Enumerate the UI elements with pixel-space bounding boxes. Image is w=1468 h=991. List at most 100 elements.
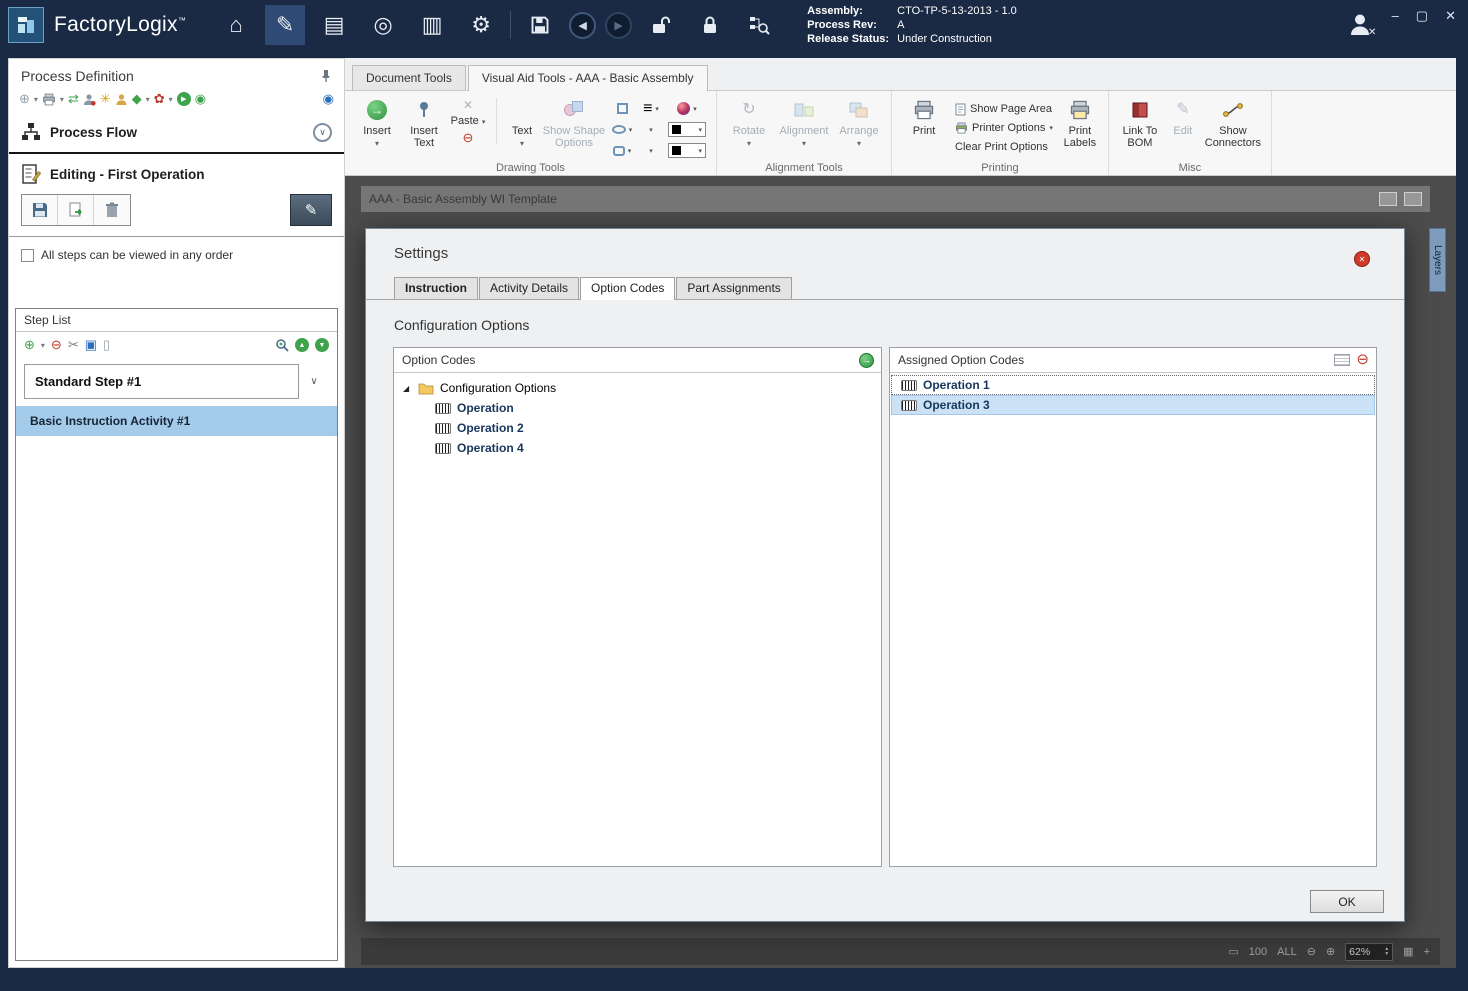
move-up-icon[interactable]: ▲ <box>295 338 309 352</box>
flower-icon[interactable]: ✿ <box>154 91 165 107</box>
edit-activity-button[interactable]: ✎ <box>290 194 332 226</box>
edit-button[interactable]: ✎ Edit <box>1165 94 1201 138</box>
forward-icon[interactable]: ▶ <box>605 11 633 39</box>
zoom-step-icon[interactable] <box>275 338 289 352</box>
zoom-100-button[interactable]: 100 <box>1249 946 1267 958</box>
remove-step-icon[interactable]: ⊖ <box>51 337 62 353</box>
stroke-color-combo[interactable]: ▾ <box>668 122 706 137</box>
layers-tab[interactable]: Layers <box>1429 228 1446 292</box>
expander-icon[interactable]: ◢ <box>403 384 412 393</box>
line-style-button[interactable]: ≡ ▾ <box>639 100 663 118</box>
step-item[interactable]: Standard Step #1 <box>24 364 299 399</box>
unlock-icon[interactable] <box>641 5 681 45</box>
tab-option-codes[interactable]: Option Codes <box>580 277 676 300</box>
chevron-down-icon[interactable]: ∨ <box>299 376 329 387</box>
zoom-in-icon[interactable]: ⊕ <box>1326 945 1335 958</box>
ellipse-shape-button[interactable]: ▾ <box>610 125 634 134</box>
transfer-icon[interactable]: ⇄ <box>68 91 79 107</box>
activity-item-selected[interactable]: Basic Instruction Activity #1 <box>16 406 337 436</box>
remove-assigned-icon[interactable]: ⊖ <box>1356 352 1369 367</box>
option-code-item[interactable]: Operation 2 <box>394 418 881 438</box>
info-icon[interactable]: ◉ <box>323 91 334 107</box>
process-definition-icon[interactable]: ✎ <box>265 5 306 45</box>
process-flow-label[interactable]: Process Flow <box>50 125 304 140</box>
link-to-bom-button[interactable]: Link To BOM <box>1115 94 1165 149</box>
fit-width-icon[interactable]: ▭ <box>1228 945 1238 958</box>
lamp-icon[interactable]: ✳ <box>100 91 111 107</box>
navigate-icon[interactable]: ◎ <box>363 5 403 45</box>
edit-codes-icon[interactable] <box>1334 354 1351 366</box>
printer-options-button[interactable]: Printer Options ▾ <box>955 120 1053 136</box>
search-tree-icon[interactable] <box>739 5 779 45</box>
import-icon[interactable] <box>58 195 94 225</box>
settings-gear-icon[interactable]: ⚙ <box>461 5 501 45</box>
zoom-level-spinner[interactable]: 62% ▲ ▼ <box>1345 942 1394 961</box>
paste-button[interactable]: Paste ▾ <box>451 115 486 127</box>
news-icon[interactable]: ▥ <box>412 5 452 45</box>
tab-part-assignments[interactable]: Part Assignments <box>676 277 792 299</box>
toggle-preview-icon[interactable] <box>1404 192 1422 206</box>
user-remove-icon[interactable] <box>83 93 96 106</box>
delete-icon[interactable] <box>94 195 130 225</box>
move-down-icon[interactable]: ▼ <box>315 338 329 352</box>
line-weight-dropdown[interactable]: ▾ <box>639 126 663 134</box>
zoom-all-button[interactable]: ALL <box>1277 946 1297 958</box>
start-icon[interactable]: ▶ <box>176 92 191 106</box>
save-icon[interactable] <box>520 5 560 45</box>
ok-button[interactable]: OK <box>1310 890 1384 913</box>
any-order-checkbox[interactable] <box>21 248 34 262</box>
show-page-area-button[interactable]: Show Page Area <box>955 101 1053 117</box>
cut-icon[interactable]: ✂ <box>68 337 79 353</box>
collapse-chevron-icon[interactable]: ∨ <box>313 122 332 142</box>
assigned-item[interactable]: Operation 1 <box>891 375 1375 395</box>
option-code-item[interactable]: Operation <box>394 398 881 418</box>
home-icon[interactable]: ⌂ <box>216 5 256 45</box>
record-icon[interactable]: ◉ <box>195 91 206 107</box>
show-shape-options-button[interactable]: Show Shape Options <box>542 94 606 149</box>
expand-view-icon[interactable]: + <box>1424 946 1430 958</box>
text-button[interactable]: Text ▾ <box>502 94 542 150</box>
color-sphere-button[interactable]: ▾ <box>668 102 706 115</box>
add-step-icon[interactable]: ⊕ <box>24 337 35 353</box>
chevron-down-icon[interactable]: ▾ <box>41 341 45 350</box>
chevron-down-icon[interactable]: ▾ <box>34 95 38 104</box>
insert-text-button[interactable]: Insert Text <box>403 94 445 149</box>
alignment-button[interactable]: Alignment ▾ <box>775 94 833 150</box>
tree-root-row[interactable]: ◢ Configuration Options <box>394 378 881 398</box>
fill-color-combo[interactable]: ▾ <box>668 143 706 158</box>
insert-button[interactable]: → Insert ▾ <box>351 94 403 150</box>
print-button[interactable]: Print <box>898 94 950 137</box>
show-connectors-button[interactable]: Show Connectors <box>1201 94 1265 149</box>
option-code-item[interactable]: Operation 4 <box>394 438 881 458</box>
minimize-button[interactable]: – <box>1392 8 1399 24</box>
tab-instruction[interactable]: Instruction <box>394 277 478 299</box>
assign-option-icon[interactable]: → <box>859 352 874 368</box>
grid-zoom-icon[interactable]: ▦ <box>1403 945 1413 958</box>
tab-activity-details[interactable]: Activity Details <box>479 277 580 299</box>
documents-icon[interactable]: ▤ <box>314 5 354 45</box>
pin-icon[interactable] <box>320 69 332 83</box>
chevron-down-icon[interactable]: ▾ <box>169 95 173 104</box>
package-icon[interactable]: ◆ <box>132 91 142 107</box>
toggle-layout-icon[interactable] <box>1379 192 1397 206</box>
back-icon[interactable]: ◀ <box>569 11 597 39</box>
delete-shape-icon[interactable]: ✕ <box>463 98 473 112</box>
assigned-item-selected[interactable]: Operation 3 <box>891 395 1375 415</box>
user-account-icon[interactable]: ✕ <box>1348 12 1376 36</box>
user-gold-icon[interactable] <box>115 93 128 106</box>
tab-visual-aid-tools[interactable]: Visual Aid Tools - AAA - Basic Assembly <box>467 65 708 91</box>
copy-icon[interactable]: ▣ <box>85 337 97 353</box>
chevron-down-icon[interactable]: ▾ <box>60 95 64 104</box>
lock-icon[interactable] <box>690 5 730 45</box>
rotate-button[interactable]: ↻ Rotate ▾ <box>723 94 775 150</box>
rectangle-shape-button[interactable] <box>610 103 634 114</box>
paste-icon[interactable]: ▯ <box>103 337 110 353</box>
save-step-icon[interactable] <box>22 195 58 225</box>
print-labels-button[interactable]: Print Labels <box>1058 94 1102 149</box>
arrange-button[interactable]: Arrange ▾ <box>833 94 885 150</box>
rounded-shape-button[interactable]: ▾ <box>610 145 634 156</box>
maximize-button[interactable]: ▢ <box>1416 8 1428 24</box>
zoom-out-icon[interactable]: ⊖ <box>1307 945 1316 958</box>
dialog-close-button[interactable]: ✕ <box>1354 251 1370 267</box>
clear-print-options-button[interactable]: Clear Print Options <box>955 139 1053 155</box>
